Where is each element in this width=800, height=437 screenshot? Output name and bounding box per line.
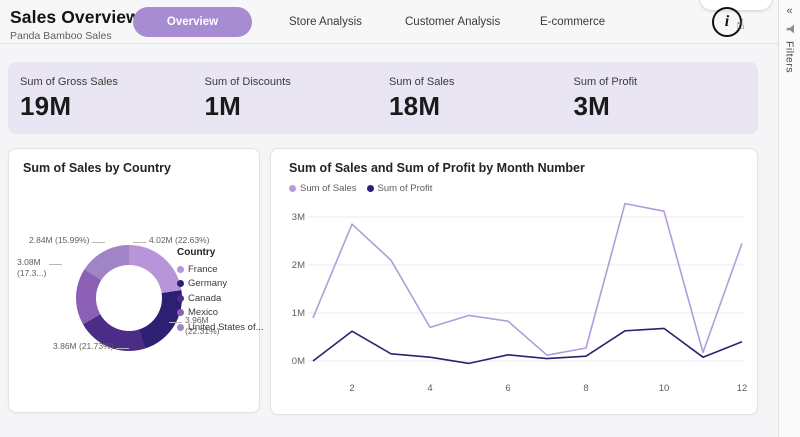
page-title: Sales Overview: [10, 7, 140, 28]
y-axis-tick: 2M: [292, 260, 305, 271]
legend-label: Canada: [188, 293, 221, 304]
tab-store-analysis[interactable]: Store Analysis: [289, 16, 362, 28]
legend-label: Sum of Sales: [300, 183, 357, 194]
kpi-value: 19M: [20, 91, 205, 122]
slice-label-2: 3.86M (21.73%): [53, 341, 113, 352]
donut-chart[interactable]: [76, 245, 182, 351]
x-axis-tick: 8: [583, 383, 588, 394]
filter-funnel-icon: [785, 24, 795, 34]
tab-customer-analysis[interactable]: Customer Analysis: [405, 16, 500, 28]
legend-dot-icon: [177, 309, 184, 316]
kpi-label: Sum of Sales: [389, 76, 574, 88]
legend-label: United States of...: [188, 322, 264, 333]
tooltip-remnant: [700, 0, 772, 10]
kpi-discounts[interactable]: Sum of Discounts 1M: [205, 76, 390, 134]
kpi-gross-sales[interactable]: Sum of Gross Sales 19M: [20, 76, 205, 134]
x-axis-tick: 12: [737, 383, 748, 394]
kpi-label: Sum of Discounts: [205, 76, 390, 88]
slice-label-0: 4.02M (22.63%): [149, 235, 209, 246]
series-line-0[interactable]: [313, 204, 742, 356]
title-block: Sales Overview Panda Bamboo Sales: [10, 7, 140, 42]
x-axis-tick: 6: [505, 383, 510, 394]
slice-label-3: 3.08M (17.3...): [17, 257, 46, 278]
x-axis-tick: 4: [427, 383, 432, 394]
kpi-value: 1M: [205, 91, 390, 122]
kpi-label: Sum of Profit: [574, 76, 759, 88]
slice-label-4: 2.84M (15.99%): [29, 235, 89, 246]
legend-dot-icon: [289, 185, 296, 192]
donut-legend: Country France Germany Canada Mexico United …: [177, 247, 264, 335]
line-legend-item-0[interactable]: Sum of Sales: [289, 181, 357, 196]
legend-label: Sum of Profit: [378, 183, 433, 194]
legend-item-0[interactable]: France: [177, 262, 264, 277]
sales-by-country-card[interactable]: Sum of Sales by Country 4.02M (22.63%) 3.…: [8, 148, 260, 413]
tab-ecommerce[interactable]: E-commerce: [540, 16, 605, 28]
filters-pane-collapsed[interactable]: « Filters: [778, 0, 800, 437]
legend-item-2[interactable]: Canada: [177, 291, 264, 306]
legend-label: France: [188, 264, 218, 275]
expand-filters-icon[interactable]: «: [786, 6, 792, 17]
filters-pane-label[interactable]: Filters: [784, 41, 796, 73]
kpi-band: Sum of Gross Sales 19M Sum of Discounts …: [8, 62, 758, 134]
legend-item-1[interactable]: Germany: [177, 277, 264, 292]
donut-chart-title: Sum of Sales by Country: [23, 161, 171, 175]
legend-item-4[interactable]: United States of...: [177, 320, 264, 335]
line-chart-legend: Sum of Sales Sum of Profit: [289, 181, 432, 196]
kpi-profit[interactable]: Sum of Profit 3M: [574, 76, 759, 134]
legend-dot-icon: [177, 324, 184, 331]
legend-item-3[interactable]: Mexico: [177, 306, 264, 321]
line-legend-item-1[interactable]: Sum of Profit: [367, 181, 433, 196]
tab-overview[interactable]: Overview: [133, 7, 252, 37]
line-chart[interactable]: 0M 1M 2M 3M 2 4 6 8 10 12: [283, 195, 753, 407]
legend-dot-icon: [177, 295, 184, 302]
legend-dot-icon: [177, 266, 184, 273]
page-subtitle: Panda Bamboo Sales: [10, 30, 140, 42]
kpi-value: 18M: [389, 91, 574, 122]
kpi-sales[interactable]: Sum of Sales 18M: [389, 76, 574, 134]
legend-label: Germany: [188, 278, 227, 289]
x-axis-tick: 10: [659, 383, 670, 394]
legend-dot-icon: [367, 185, 374, 192]
legend-dot-icon: [177, 280, 184, 287]
series-line-1[interactable]: [313, 328, 742, 363]
y-axis-tick: 1M: [292, 308, 305, 319]
line-chart-title: Sum of Sales and Sum of Profit by Month …: [289, 161, 585, 175]
legend-label: Mexico: [188, 307, 218, 318]
kpi-value: 3M: [574, 91, 759, 122]
kpi-label: Sum of Gross Sales: [20, 76, 205, 88]
mouse-cursor-icon: ☝: [736, 17, 745, 33]
y-axis-tick: 0M: [292, 356, 305, 367]
x-axis-tick: 2: [349, 383, 354, 394]
legend-title: Country: [177, 247, 264, 258]
report-header: Sales Overview Panda Bamboo Sales Overvi…: [0, 0, 778, 44]
sales-profit-by-month-card[interactable]: Sum of Sales and Sum of Profit by Month …: [270, 148, 758, 415]
y-axis-tick: 3M: [292, 212, 305, 223]
